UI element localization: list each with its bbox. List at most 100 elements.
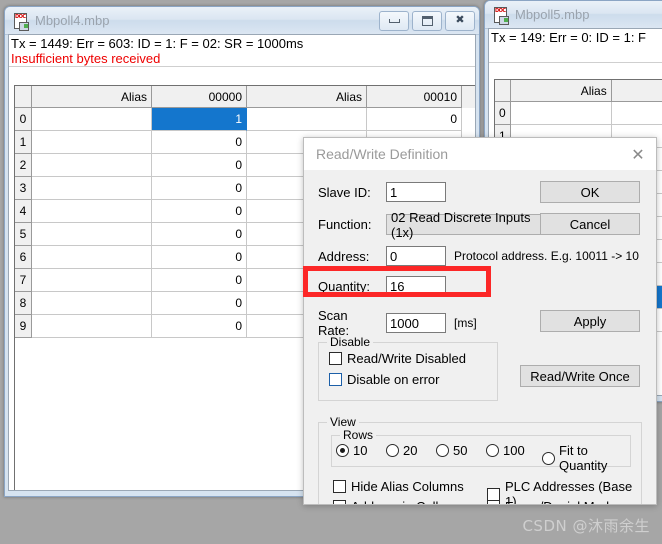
status-line: Tx = 149: Err = 0: ID = 1: F: [491, 30, 646, 45]
radio-rows-20[interactable]: 20: [386, 443, 417, 458]
scan-rate-label: Scan Rate:: [318, 308, 350, 338]
radio-rows-fit-to-quantity[interactable]: Fit to Quantity: [542, 443, 630, 473]
cell-value-1[interactable]: 0: [152, 292, 247, 315]
close-icon[interactable]: ✕: [620, 139, 656, 170]
grid-header-row: Alias 00000 Alias 00010: [15, 86, 475, 108]
window-title: Mbpoll5.mbp: [515, 7, 590, 22]
checkbox-box: [329, 352, 342, 365]
address-row: Address: 0 Protocol address. E.g. 10011 …: [318, 246, 639, 266]
function-select[interactable]: 02 Read Discrete Inputs (1x) ▾: [386, 210, 560, 240]
address-label: Address:: [318, 248, 370, 264]
checkbox-address-in-cell[interactable]: Address in Cell: [333, 499, 438, 504]
scan-rate-input[interactable]: 1000: [386, 313, 446, 333]
cell-value-1[interactable]: 0: [152, 223, 247, 246]
cell-alias-1[interactable]: [32, 131, 152, 154]
cell-alias-1[interactable]: [32, 246, 152, 269]
titlebar-mbpoll5[interactable]: DOC Mbpoll5.mbp: [485, 1, 662, 29]
checkbox-label: Read/Write Disabled: [347, 351, 466, 366]
ok-button[interactable]: OK: [540, 181, 640, 203]
cell-alias-1[interactable]: [32, 177, 152, 200]
grid-corner-cell: [15, 86, 32, 108]
radio-label: Fit to Quantity: [559, 443, 608, 473]
row-index: 2: [15, 154, 32, 177]
checkbox-enron-daniel-mode[interactable]: Enron/Daniel Mode: [487, 499, 616, 504]
cell-alias-1[interactable]: [32, 223, 152, 246]
cell-alias-1[interactable]: [32, 269, 152, 292]
radio-label: 50: [453, 443, 468, 458]
disable-groupbox: Disable Read/Write Disabled Disable on e…: [318, 335, 498, 401]
document-icon: DOC: [13, 12, 29, 31]
cell-value-1[interactable]: 1: [152, 108, 247, 131]
cell-value-1[interactable]: 0: [152, 269, 247, 292]
checkbox-label: Disable on error: [347, 372, 440, 387]
checkbox-box: [329, 373, 342, 386]
quantity-input[interactable]: 16: [386, 276, 446, 296]
rows-groupbox: Rows 10 20 50 100 Fit to Quantity: [331, 428, 631, 473]
radio-circle: [386, 444, 399, 457]
close-button[interactable]: ✖: [445, 10, 475, 31]
dialog-title: Read/Write Definition: [316, 146, 449, 162]
table-row[interactable]: 0: [495, 102, 662, 125]
minimize-button[interactable]: [379, 10, 409, 31]
cell-value-1[interactable]: 0: [152, 154, 247, 177]
checkbox-read-write-disabled[interactable]: Read/Write Disabled: [329, 351, 466, 366]
cell-alias-1[interactable]: [32, 315, 152, 338]
cell-value-2[interactable]: 0: [367, 108, 462, 131]
checkbox-box: [333, 480, 346, 493]
apply-button[interactable]: Apply: [540, 310, 640, 332]
row-index: 0: [495, 102, 511, 125]
radio-rows-10[interactable]: 10: [336, 443, 367, 458]
document-icon: DOC: [493, 6, 509, 25]
cell-value-1[interactable]: 0: [152, 131, 247, 154]
dialog-titlebar[interactable]: Read/Write Definition ✕: [304, 138, 656, 170]
watermark: CSDN @沐雨余生: [522, 517, 650, 535]
status-area: Tx = 1449: Err = 603: ID = 1: F = 02: SR…: [9, 35, 475, 67]
status-line: Tx = 1449: Err = 603: ID = 1: F = 02: SR…: [11, 36, 304, 51]
error-line: Insufficient bytes received: [11, 51, 161, 66]
function-selected-value: 02 Read Discrete Inputs (1x): [391, 209, 531, 240]
function-label: Function:: [318, 217, 372, 232]
slave-id-input[interactable]: 1: [386, 182, 446, 202]
radio-circle: [436, 444, 449, 457]
grid-header-value: [611, 80, 662, 102]
view-groupbox: View Rows 10 20 50 100 Fit to Quantity H…: [318, 415, 642, 504]
cell-alias-2[interactable]: [247, 108, 367, 131]
restore-button[interactable]: [412, 10, 442, 31]
checkbox-hide-alias-columns[interactable]: Hide Alias Columns: [333, 479, 464, 494]
cell-alias-1[interactable]: [32, 154, 152, 177]
row-index: 4: [15, 200, 32, 223]
cell-alias-1[interactable]: [32, 292, 152, 315]
cell-alias-1[interactable]: [32, 200, 152, 223]
row-index: 8: [15, 292, 32, 315]
status-area: Tx = 149: Err = 0: ID = 1: F: [489, 29, 662, 63]
titlebar-mbpoll4[interactable]: DOC Mbpoll4.mbp ✖: [5, 7, 479, 35]
cell-value[interactable]: [611, 102, 662, 125]
radio-rows-100[interactable]: 100: [486, 443, 525, 458]
scan-rate-row: Scan Rate: 1000 [ms]: [318, 308, 477, 338]
dialog-body: Slave ID: 1 Function: 02 Read Discrete I…: [304, 170, 656, 504]
radio-circle: [336, 444, 349, 457]
cell-value-1[interactable]: 0: [152, 246, 247, 269]
quantity-label: Quantity:: [318, 278, 371, 294]
scan-rate-unit: [ms]: [454, 316, 477, 330]
read-write-once-button[interactable]: Read/Write Once: [520, 365, 640, 387]
cell-value-1[interactable]: 0: [152, 200, 247, 223]
read-write-definition-dialog[interactable]: Read/Write Definition ✕ Slave ID: 1 Func…: [303, 137, 657, 505]
cell-alias[interactable]: [510, 102, 612, 125]
radio-rows-50[interactable]: 50: [436, 443, 467, 458]
address-input[interactable]: 0: [386, 246, 446, 266]
table-row[interactable]: 0 1 0: [15, 108, 475, 131]
row-index: 1: [15, 131, 32, 154]
cell-value-1[interactable]: 0: [152, 315, 247, 338]
cancel-button[interactable]: Cancel: [540, 213, 640, 235]
cell-alias-1[interactable]: [32, 108, 152, 131]
quantity-row: Quantity: 16: [318, 276, 446, 296]
checkbox-disable-on-error[interactable]: Disable on error: [329, 372, 440, 387]
row-index: 3: [15, 177, 32, 200]
cell-value-1[interactable]: 0: [152, 177, 247, 200]
checkbox-label: Address in Cell: [351, 499, 438, 504]
radio-label: 10: [353, 443, 368, 458]
grid-header-alias-2: Alias: [247, 86, 367, 108]
row-index: 5: [15, 223, 32, 246]
grid-corner-cell: [495, 80, 511, 102]
